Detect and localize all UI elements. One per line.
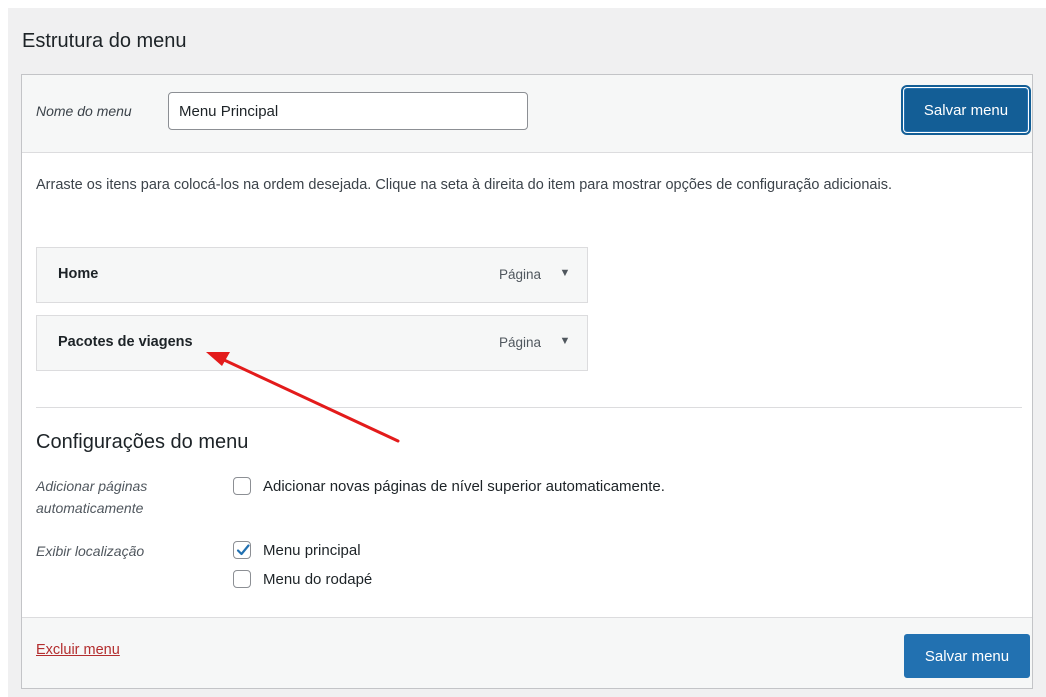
menu-editor-panel: Nome do menu Salvar menu Arraste os iten… xyxy=(21,74,1033,689)
menu-principal-checkbox[interactable] xyxy=(233,541,251,559)
display-location-label: Exibir localização xyxy=(36,543,145,559)
delete-menu-link[interactable]: Excluir menu xyxy=(36,642,120,658)
auto-add-option-label: Adicionar novas páginas de nível superio… xyxy=(263,477,665,495)
auto-add-checkbox[interactable] xyxy=(233,477,251,495)
menu-item-type: Página xyxy=(498,335,541,350)
checkmark-icon xyxy=(236,544,250,556)
location-option-label: Menu principal xyxy=(263,541,361,559)
location-option-label: Menu do rodapé xyxy=(263,570,373,588)
auto-add-pages-option[interactable]: Adicionar novas páginas de nível superio… xyxy=(233,477,665,495)
auto-add-pages-label: Adicionar páginas automaticamente xyxy=(36,478,148,516)
menu-header: Nome do menu Salvar menu xyxy=(22,75,1032,153)
location-option-footer[interactable]: Menu do rodapé xyxy=(233,570,372,588)
menu-footer: Excluir menu xyxy=(22,617,1032,688)
menu-name-label: Nome do menu xyxy=(36,103,132,119)
menu-rodape-checkbox[interactable] xyxy=(233,570,251,588)
chevron-down-icon[interactable]: ▼ xyxy=(559,335,571,347)
menu-item-type: Página xyxy=(498,267,541,282)
chevron-down-icon[interactable]: ▼ xyxy=(559,267,571,279)
section-divider xyxy=(36,407,1022,408)
menu-item-pacotes-de-viagens[interactable]: Pacotes de viagens Página ▼ xyxy=(36,315,588,371)
menu-item-title: Pacotes de viagens xyxy=(58,334,193,350)
menu-item-home[interactable]: Home Página ▼ xyxy=(36,247,588,303)
save-menu-button-bottom[interactable]: Salvar menu xyxy=(904,634,1030,678)
menu-name-input[interactable] xyxy=(168,92,528,130)
menu-item-title: Home xyxy=(58,266,99,282)
menu-structure-container: Estrutura do menu Nome do menu Salvar me… xyxy=(8,8,1046,697)
instructions-text: Arraste os itens para colocá-los na orde… xyxy=(36,177,892,193)
section-title: Estrutura do menu xyxy=(22,30,187,52)
save-menu-button-top[interactable]: Salvar menu xyxy=(904,88,1028,132)
location-option-main[interactable]: Menu principal xyxy=(233,541,361,559)
settings-title: Configurações do menu xyxy=(36,431,249,453)
